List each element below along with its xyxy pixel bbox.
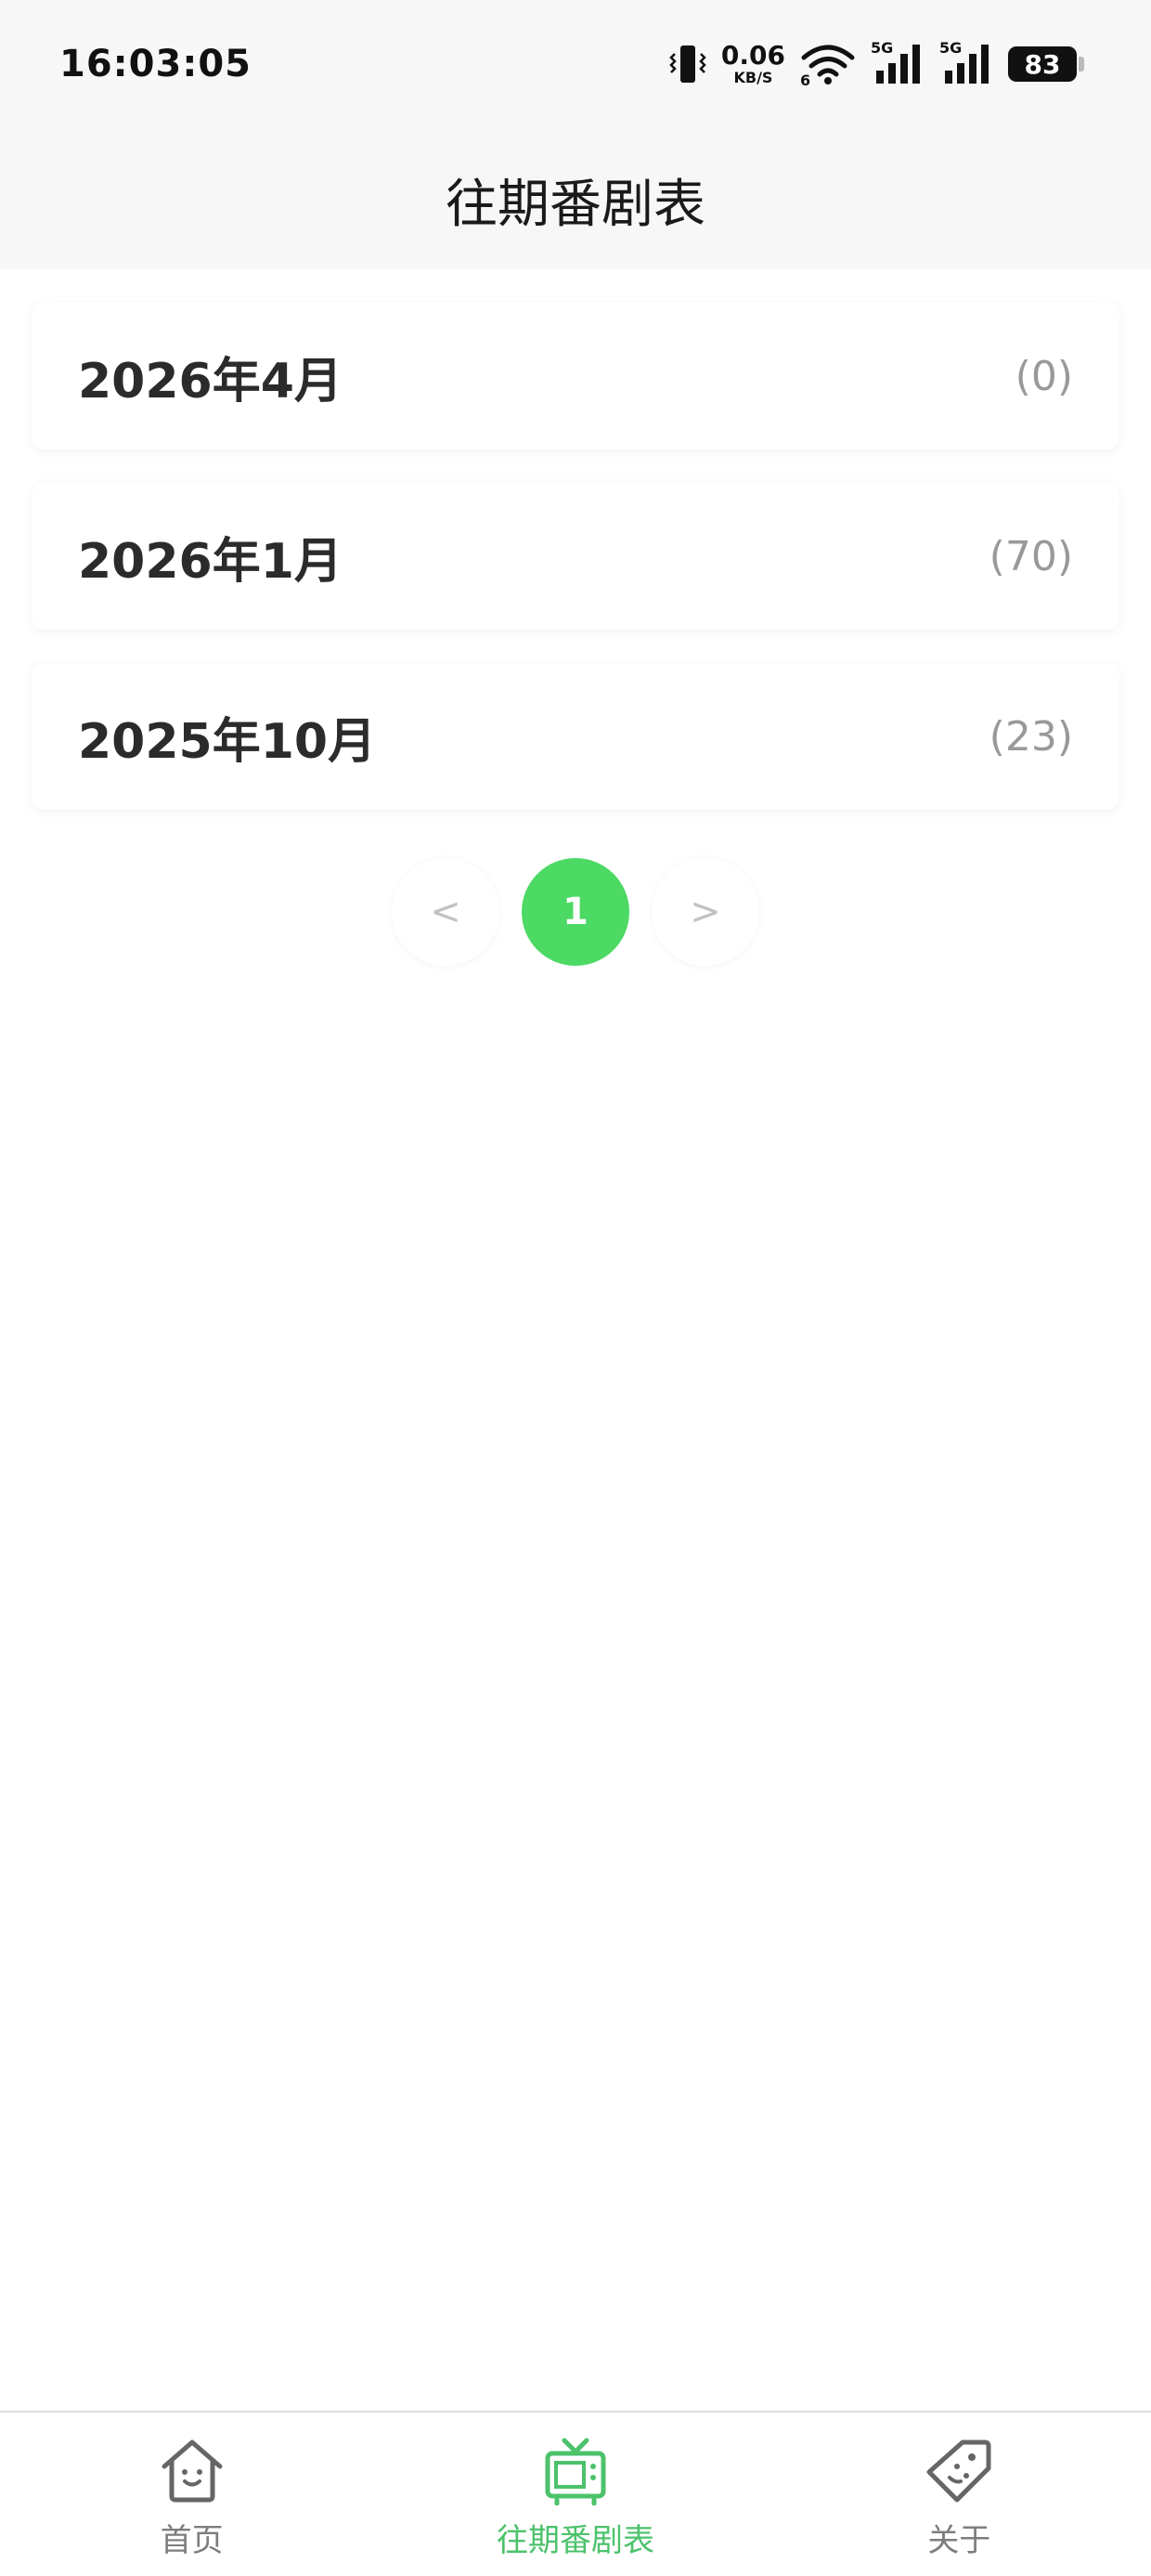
season-name: 2025年10月 (78, 713, 377, 770)
net-speed-unit: KB/S (733, 69, 773, 86)
signal-icon: 5G (871, 39, 925, 85)
page-title: 往期番剧表 (446, 175, 705, 235)
bottom-tab-bar: 首页 往期番剧表 关于 (0, 2411, 1151, 2576)
season-item[interactable]: 2025年10月 (23) (32, 663, 1119, 810)
season-count: (23) (989, 712, 1073, 761)
tv-icon (540, 2435, 611, 2509)
home-icon (157, 2435, 227, 2509)
status-time: 16:03:05 (59, 43, 252, 85)
tab-past-schedule[interactable]: 往期番剧表 (383, 2413, 767, 2576)
wifi-badge: 6 (800, 72, 811, 89)
header: 16:03:05 0.06 KB/S 6 5G 5G 83 往期番剧表 (0, 0, 1151, 269)
tab-about-label: 关于 (927, 2522, 991, 2559)
wifi-icon: 6 (800, 43, 856, 89)
season-item[interactable]: 2026年4月 (0) (32, 303, 1119, 449)
season-item[interactable]: 2026年1月 (70) (32, 483, 1119, 630)
season-count: (70) (989, 532, 1073, 580)
prev-page-button[interactable]: < (392, 858, 499, 966)
tag-icon (924, 2435, 994, 2509)
net-speed-value: 0.06 (720, 40, 785, 71)
battery-level: 83 (1024, 48, 1061, 80)
season-list: 2026年4月 (0) 2026年1月 (70) 2025年10月 (23) (32, 303, 1119, 843)
status-icons: 0.06 KB/S 6 5G 5G 83 (669, 39, 1084, 89)
tab-home[interactable]: 首页 (0, 2413, 383, 2576)
season-name: 2026年1月 (78, 533, 343, 590)
season-name: 2026年4月 (78, 353, 343, 410)
battery-icon: 83 (1008, 46, 1084, 82)
status-bar: 16:03:05 0.06 KB/S 6 5G 5G 83 (0, 0, 1151, 135)
season-count: (0) (1015, 352, 1073, 400)
vibrate-icon (669, 43, 706, 85)
tab-past-schedule-label: 往期番剧表 (496, 2522, 654, 2559)
tab-about[interactable]: 关于 (768, 2413, 1151, 2576)
pagination: < 1 > (0, 858, 1151, 966)
tab-home-label: 首页 (160, 2522, 224, 2559)
current-page-button[interactable]: 1 (522, 858, 629, 966)
net-speed: 0.06 KB/S (721, 43, 785, 85)
signal-icon: 5G (939, 39, 993, 85)
next-page-button[interactable]: > (652, 858, 759, 966)
